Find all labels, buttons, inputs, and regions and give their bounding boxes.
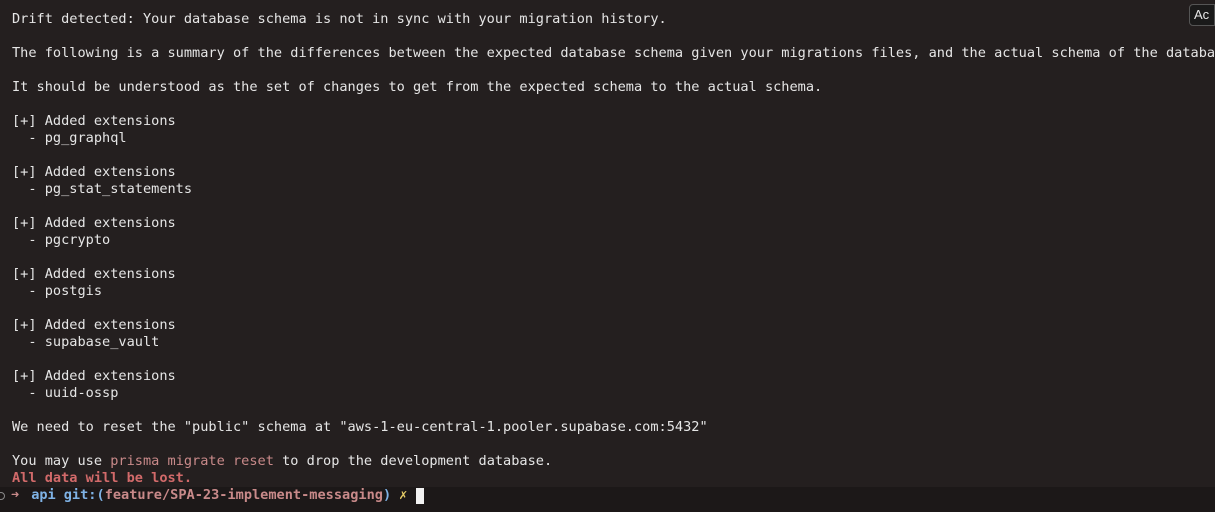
command-marker-icon: [0, 491, 5, 500]
dirty-marker-icon: ✗: [399, 487, 408, 503]
change-header: [+] Added extensions: [12, 368, 176, 384]
prompt-directory: api: [31, 487, 56, 503]
change-header: [+] Added extensions: [12, 113, 176, 129]
reset-hint-prefix: You may use: [12, 453, 111, 469]
terminal-window[interactable]: Ac Drift detected: Your database schema …: [0, 0, 1215, 512]
change-item: - pgcrypto: [12, 232, 111, 248]
shell-prompt[interactable]: ➜ api git: ( feature/SPA-23-implement-me…: [0, 487, 425, 504]
reset-notice: We need to reset the "public" schema at …: [12, 419, 708, 435]
prompt-open-paren: (: [96, 487, 105, 503]
change-header: [+] Added extensions: [12, 266, 176, 282]
data-loss-warning: All data will be lost.: [12, 470, 193, 486]
change-header: [+] Added extensions: [12, 317, 176, 333]
reset-hint-suffix: to drop the development database.: [273, 453, 553, 469]
reset-hint: You may use prisma migrate reset to drop…: [12, 453, 552, 470]
prompt-arrow-icon: ➜: [11, 487, 20, 503]
change-item: - uuid-ossp: [12, 385, 119, 401]
change-item: - pg_graphql: [12, 130, 127, 146]
prompt-git-label: git:: [63, 487, 97, 503]
reset-command: prisma migrate reset: [110, 453, 274, 469]
change-header: [+] Added extensions: [12, 215, 176, 231]
change-header: [+] Added extensions: [12, 164, 176, 180]
prompt-close-paren: ): [382, 487, 392, 503]
text-cursor[interactable]: [416, 487, 425, 504]
overlay-tab-label: Ac: [1194, 7, 1210, 22]
overlay-tab[interactable]: Ac: [1189, 4, 1215, 26]
change-item: - postgis: [12, 283, 103, 299]
change-item: - pg_stat_statements: [12, 181, 193, 197]
prompt-branch: feature/SPA-23-implement-messaging: [104, 487, 383, 503]
change-item: - supabase_vault: [12, 334, 160, 350]
understood-message: It should be understood as the set of ch…: [12, 79, 823, 95]
summary-message: The following is a summary of the differ…: [12, 45, 1215, 61]
drift-message: Drift detected: Your database schema is …: [12, 11, 667, 27]
